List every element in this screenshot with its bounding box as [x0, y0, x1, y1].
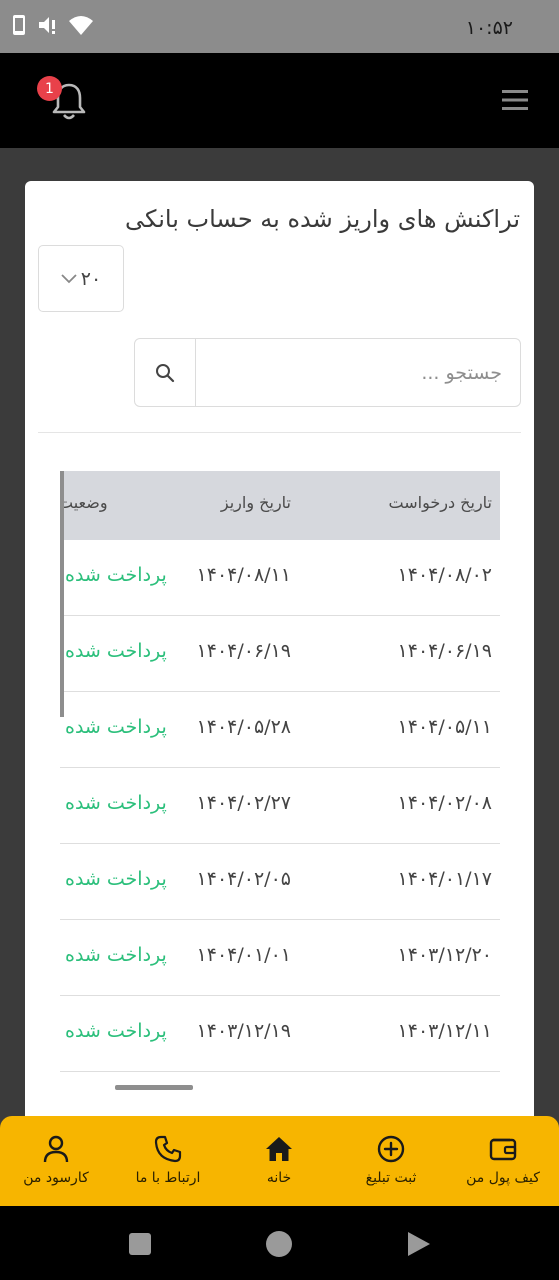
circle-icon[interactable]: [265, 1230, 293, 1258]
user-icon: [43, 1135, 69, 1163]
phone-call-icon: [154, 1135, 182, 1163]
cell-deposit-date: ۱۴۰۴/۰۱/۰۱: [196, 944, 291, 966]
bottom-nav: کیف پول من ثبت تبلیغ خانه ارتباط با ما ک…: [0, 1116, 559, 1206]
search-box: [134, 338, 521, 407]
table-row[interactable]: ۱۴۰۴/۰۵/۱۱ ۱۴۰۴/۰۵/۲۸ پرداخت شده: [60, 692, 500, 768]
plus-circle-icon: [377, 1135, 405, 1163]
page-size-select[interactable]: ۲۰: [38, 245, 124, 312]
horizontal-scrollbar[interactable]: [115, 1085, 193, 1090]
nav-wallet-label: کیف پول من: [466, 1170, 540, 1186]
table-row[interactable]: ۱۴۰۴/۰۶/۱۹ ۱۴۰۴/۰۶/۱۹ پرداخت شده: [60, 616, 500, 692]
nav-profit-label: کارسود من: [23, 1170, 89, 1186]
status-bar: ۱۰:۵۲: [0, 0, 559, 53]
cell-deposit-date: ۱۴۰۴/۰۵/۲۸: [196, 716, 291, 738]
cell-status: پرداخت شده: [65, 716, 167, 738]
cell-request-date: ۱۴۰۴/۰۲/۰۸: [397, 792, 492, 814]
nav-wallet[interactable]: کیف پول من: [460, 1116, 546, 1206]
cell-request-date: ۱۴۰۴/۰۱/۱۷: [397, 868, 492, 890]
search-button[interactable]: [135, 339, 196, 406]
phone-icon: [13, 15, 25, 35]
transactions-card: تراکنش های واریز شده به حساب بانکی ۲۰ تا…: [25, 181, 534, 1181]
header-deposit-date[interactable]: تاریخ واریز: [221, 493, 291, 512]
cell-request-date: ۱۴۰۴/۰۸/۰۲: [397, 564, 492, 586]
table-row[interactable]: ۱۴۰۴/۰۱/۱۷ ۱۴۰۴/۰۲/۰۵ پرداخت شده: [60, 844, 500, 920]
cell-deposit-date: ۱۴۰۳/۱۲/۱۹: [196, 1020, 291, 1042]
app-header: [0, 53, 559, 148]
back-triangle-icon[interactable]: [406, 1230, 432, 1258]
cell-request-date: ۱۴۰۳/۱۲/۱۱: [397, 1020, 492, 1042]
notification-badge: 1: [37, 76, 62, 101]
cell-deposit-date: ۱۴۰۴/۰۲/۰۵: [196, 868, 291, 890]
home-icon: [266, 1137, 292, 1161]
nav-home-label: خانه: [266, 1170, 292, 1186]
cell-request-date: ۱۴۰۳/۱۲/۲۰: [397, 944, 492, 966]
header-status[interactable]: وضعیت: [60, 493, 108, 512]
header-request-date[interactable]: تاریخ درخواست: [389, 493, 493, 512]
page-title: تراکنش های واریز شده به حساب بانکی: [124, 205, 520, 233]
nav-post-ad[interactable]: ثبت تبلیغ: [350, 1116, 432, 1206]
cell-status: پرداخت شده: [65, 1020, 167, 1042]
nav-contact[interactable]: ارتباط با ما: [126, 1116, 210, 1206]
android-nav-bar: [0, 1206, 559, 1280]
table-row[interactable]: ۱۴۰۴/۰۲/۰۸ ۱۴۰۴/۰۲/۲۷ پرداخت شده: [60, 768, 500, 844]
cell-status: پرداخت شده: [65, 564, 167, 586]
cell-request-date: ۱۴۰۴/۰۵/۱۱: [397, 716, 492, 738]
nav-contact-label: ارتباط با ما: [135, 1170, 201, 1186]
search-input[interactable]: [196, 339, 520, 406]
vertical-scrollbar[interactable]: [60, 471, 64, 717]
cell-deposit-date: ۱۴۰۴/۰۸/۱۱: [196, 564, 291, 586]
nav-home[interactable]: خانه: [248, 1116, 310, 1206]
wallet-icon: [489, 1138, 517, 1161]
status-time: ۱۰:۵۲: [465, 17, 513, 39]
cell-status: پرداخت شده: [65, 868, 167, 890]
nav-post-ad-label: ثبت تبلیغ: [365, 1170, 417, 1186]
wifi-icon: [69, 16, 93, 35]
table-row[interactable]: ۱۴۰۳/۱۲/۲۰ ۱۴۰۴/۰۱/۰۱ پرداخت شده: [60, 920, 500, 996]
square-icon[interactable]: [128, 1232, 152, 1256]
cell-status: پرداخت شده: [65, 944, 167, 966]
mute-icon: [39, 17, 55, 34]
table-header: تاریخ درخواست تاریخ واریز وضعیت: [60, 471, 500, 540]
cell-deposit-date: ۱۴۰۴/۰۶/۱۹: [196, 640, 291, 662]
search-icon: [156, 363, 175, 382]
divider: [38, 432, 521, 433]
status-icons: [12, 14, 94, 36]
cell-request-date: ۱۴۰۴/۰۶/۱۹: [397, 640, 492, 662]
cell-status: پرداخت شده: [65, 792, 167, 814]
table-row[interactable]: ۱۴۰۴/۰۸/۰۲ ۱۴۰۴/۰۸/۱۱ پرداخت شده: [60, 540, 500, 616]
menu-icon[interactable]: [502, 89, 528, 111]
cell-status: پرداخت شده: [65, 640, 167, 662]
page-size-value: ۲۰: [80, 267, 102, 290]
table-row[interactable]: ۱۴۰۳/۱۲/۱۱ ۱۴۰۳/۱۲/۱۹ پرداخت شده: [60, 996, 500, 1072]
transactions-table[interactable]: تاریخ درخواست تاریخ واریز وضعیت ۱۴۰۴/۰۸/…: [60, 471, 500, 1096]
cell-deposit-date: ۱۴۰۴/۰۲/۲۷: [196, 792, 291, 814]
nav-profit[interactable]: کارسود من: [16, 1116, 96, 1206]
chevron-down-icon: [61, 273, 77, 283]
